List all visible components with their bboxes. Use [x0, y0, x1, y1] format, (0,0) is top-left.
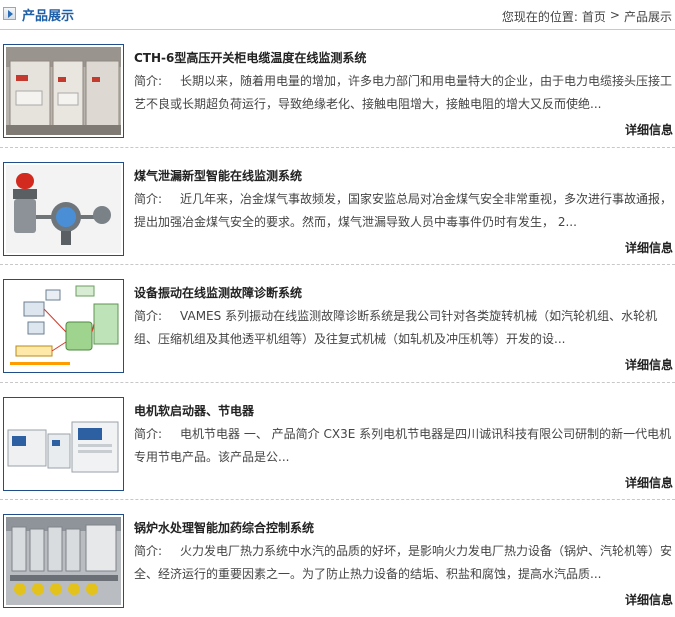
description-text: 长期以来，随着用电量的增加，许多电力部门和用电量特大的企业，由于电力电缆接头压接…: [134, 74, 673, 111]
product-title[interactable]: 设备振动在线监测故障诊断系统: [134, 284, 302, 301]
description-text: 火力发电厂热力系统中水汽的品质的好坏，是影响火力发电厂热力设备（锅炉、汽轮机等）…: [134, 544, 673, 581]
product-title[interactable]: 煤气泄漏新型智能在线监测系统: [134, 167, 302, 184]
details-link[interactable]: 详细信息: [625, 474, 673, 491]
product-description: 简介: 长期以来，随着用电量的增加，许多电力部门和用电量特大的企业，由于电力电缆接…: [134, 70, 674, 116]
product-item: CTH-6型高压开关柜电缆温度在线监测系统 简介: 长期以来，随着用电量的增加，许…: [0, 30, 675, 148]
product-title[interactable]: 电机软启动器、节电器: [134, 402, 254, 419]
product-title[interactable]: 锅炉水处理智能加药综合控制系统: [134, 519, 314, 536]
details-link[interactable]: 详细信息: [625, 591, 673, 608]
details-link[interactable]: 详细信息: [625, 121, 673, 138]
product-thumbnail[interactable]: [3, 514, 124, 608]
description-text: 近几年来，冶金煤气事故频发，国家安监总局对冶金煤气安全非常重视，多次进行事故通报…: [134, 191, 673, 229]
product-description: 简介: VAMES 系列振动在线监测故障诊断系统是我公司针对各类旋转机械（如汽轮机…: [134, 305, 674, 351]
soft-starter-image: [6, 399, 121, 488]
section-title: 产品展示: [22, 9, 75, 24]
details-link[interactable]: 详细信息: [625, 239, 673, 256]
intro-label: 简介:: [134, 544, 163, 558]
arrow-icon: [3, 7, 16, 20]
breadcrumb: 您现在的位置: 首页 > 产品展示: [502, 8, 672, 25]
product-thumbnail[interactable]: [3, 44, 124, 138]
breadcrumb-prefix: 您现在的位置:: [501, 10, 578, 24]
section-header: 产品展示 您现在的位置: 首页 > 产品展示: [0, 0, 675, 30]
product-thumbnail[interactable]: [3, 161, 124, 256]
product-thumbnail[interactable]: [3, 279, 124, 373]
intro-label: 简介:: [134, 74, 163, 88]
description-text: 电机节电器 一、 产品简介 CX3E 系列电机节电器是四川诚讯科技有限公司研制的…: [134, 426, 672, 464]
vibration-diagram-image: [6, 282, 121, 370]
product-description: 简介: 近几年来，冶金煤气事故频发，国家安监总局对冶金煤气安全非常重视，多次进行事…: [134, 188, 674, 234]
product-item: 锅炉水处理智能加药综合控制系统 简介: 火力发电厂热力系统中水汽的品质的好坏，是影…: [0, 500, 675, 617]
intro-label: 简介:: [134, 191, 163, 206]
dosing-system-image: [6, 517, 121, 605]
switchgear-image: [6, 47, 121, 135]
product-thumbnail[interactable]: [3, 396, 124, 491]
product-item: 设备振动在线监测故障诊断系统 简介: VAMES 系列振动在线监测故障诊断系统是我…: [0, 265, 675, 383]
product-description: 简介: 火力发电厂热力系统中水汽的品质的好坏，是影响火力发电厂热力设备（锅炉、汽轮…: [134, 540, 674, 586]
breadcrumb-home-link[interactable]: 首页: [582, 8, 606, 25]
product-item: 煤气泄漏新型智能在线监测系统 简介: 近几年来，冶金煤气事故频发，国家安监总局对冶…: [0, 148, 675, 265]
breadcrumb-separator: >: [609, 8, 620, 22]
description-text: VAMES 系列振动在线监测故障诊断系统是我公司针对各类旋转机械（如汽轮机组、水…: [134, 309, 658, 346]
product-title[interactable]: CTH-6型高压开关柜电缆温度在线监测系统: [134, 49, 366, 66]
product-description: 简介: 电机节电器 一、 产品简介 CX3E 系列电机节电器是四川诚讯科技有限公司…: [134, 423, 674, 469]
breadcrumb-current: 产品展示: [623, 10, 672, 24]
gas-detector-image: [6, 164, 121, 253]
intro-label: 简介:: [134, 426, 163, 441]
intro-label: 简介:: [134, 309, 163, 323]
product-item: 电机软启动器、节电器 简介: 电机节电器 一、 产品简介 CX3E 系列电机节电器…: [0, 383, 675, 500]
product-list: CTH-6型高压开关柜电缆温度在线监测系统 简介: 长期以来，随着用电量的增加，许…: [0, 30, 675, 617]
details-link[interactable]: 详细信息: [625, 356, 673, 373]
